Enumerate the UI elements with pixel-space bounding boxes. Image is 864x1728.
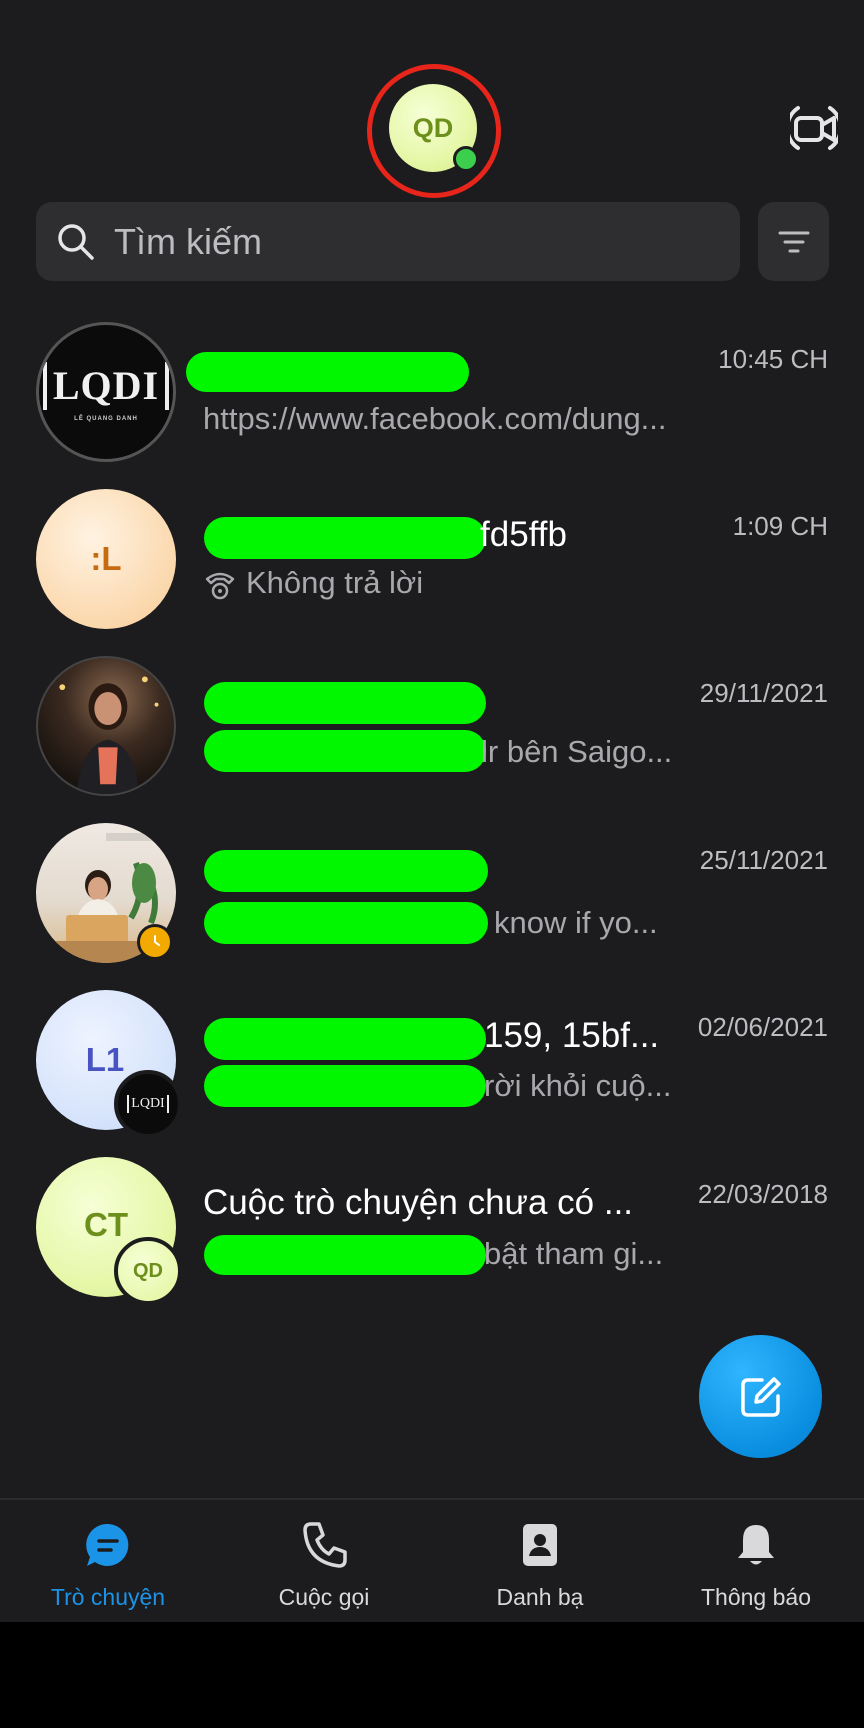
- video-call-icon: [785, 106, 843, 150]
- avatar-photo: [36, 656, 176, 796]
- person-photo-icon: [59, 676, 159, 794]
- group-member-avatar-text: LQDI: [127, 1095, 169, 1113]
- redacted-preview: [204, 1235, 486, 1275]
- conversation-preview: Không trả lời: [246, 565, 424, 600]
- redacted-name: [186, 352, 469, 392]
- conversation-title: fd5ffb: [480, 515, 567, 554]
- chat-list-screen: QD LQDI LÊ QUANG DANH https://: [0, 0, 864, 1622]
- conversation-item[interactable]: LQDI LÊ QUANG DANH https://www.facebook.…: [0, 322, 864, 489]
- avatar-initials: L1: [85, 1041, 125, 1078]
- compose-icon: [740, 1376, 781, 1417]
- avatar-logo-subtext: LÊ QUANG DANH: [74, 416, 138, 422]
- bottom-navigation: Trò chuyện Cuộc gọi Danh bạ Thông báo: [0, 1498, 864, 1622]
- nav-tab-notifications[interactable]: Thông báo: [648, 1500, 864, 1622]
- conversation-time: 29/11/2021: [699, 678, 828, 708]
- conversation-preview: know if yo...: [494, 905, 658, 940]
- filter-icon: [778, 231, 809, 252]
- group-member-avatar-text: QD: [133, 1259, 163, 1282]
- online-status-dot: [453, 146, 479, 172]
- bell-icon: [738, 1525, 774, 1565]
- redacted-name: [204, 682, 486, 724]
- phone-icon: [303, 1522, 347, 1568]
- pending-status-badge: [137, 924, 173, 960]
- search-icon: [58, 224, 94, 260]
- profile-avatar-initials: QD: [412, 112, 454, 143]
- redacted-name: [204, 850, 488, 892]
- clock-icon: [154, 935, 160, 946]
- video-call-button[interactable]: [785, 98, 843, 158]
- redacted-preview: [204, 730, 486, 772]
- conversation-item[interactable]: lr bên Saigo... 29/11/2021: [0, 656, 864, 823]
- nav-label: Danh bạ: [496, 1584, 584, 1610]
- conversation-preview: bật tham gi...: [484, 1236, 664, 1271]
- redacted-name: [204, 517, 486, 559]
- avatar-initials: :L: [90, 540, 122, 577]
- search-input[interactable]: [114, 202, 714, 281]
- conversation-preview: https://www.facebook.com/dung...: [203, 401, 667, 436]
- avatar: LQDI LÊ QUANG DANH: [36, 322, 176, 462]
- redacted-preview: [204, 1065, 486, 1107]
- conversation-preview: rời khỏi cuộ...: [484, 1068, 672, 1103]
- conversation-item[interactable]: CT QD Cuộc trò chuyện chưa có ... bật th…: [0, 1157, 864, 1324]
- conversation-item[interactable]: :L fd5ffb Không trả lời 1:09 CH: [0, 489, 864, 656]
- contacts-icon: [523, 1524, 557, 1566]
- conversation-preview: lr bên Saigo...: [481, 734, 673, 769]
- conversation-time: 10:45 CH: [718, 344, 828, 374]
- conversation-title: Cuộc trò chuyện chưa có ...: [203, 1183, 634, 1222]
- nav-label: Thông báo: [701, 1584, 811, 1610]
- conversation-time: 1:09 CH: [732, 511, 828, 541]
- nav-tab-contacts[interactable]: Danh bạ: [432, 1500, 648, 1622]
- conversation-time: 22/03/2018: [697, 1179, 828, 1209]
- nav-tab-chats[interactable]: Trò chuyện: [0, 1500, 216, 1622]
- conversation-time: 25/11/2021: [699, 845, 828, 875]
- new-message-button[interactable]: [699, 1335, 822, 1458]
- missed-call-icon: [205, 572, 235, 600]
- conversation-time: 02/06/2021: [697, 1012, 828, 1042]
- conversation-title: 159, 15bf...: [484, 1016, 660, 1055]
- avatar: :L: [36, 489, 176, 629]
- avatar-logo-text: LQDI: [42, 362, 170, 410]
- nav-label: Cuộc gọi: [278, 1584, 370, 1610]
- group-member-avatar: QD: [114, 1237, 182, 1305]
- nav-tab-calls[interactable]: Cuộc gọi: [216, 1500, 432, 1622]
- conversation-item[interactable]: know if yo... 25/11/2021: [0, 823, 864, 990]
- redacted-preview: [204, 902, 488, 944]
- chat-icon: [86, 1523, 129, 1566]
- filter-button[interactable]: [758, 202, 829, 281]
- group-member-avatar: LQDI: [114, 1070, 182, 1138]
- redacted-name: [204, 1018, 486, 1060]
- conversation-item[interactable]: L1 LQDI 159, 15bf... rời khỏi cuộ... 02/…: [0, 990, 864, 1157]
- nav-label: Trò chuyện: [50, 1584, 166, 1610]
- avatar-initials: CT: [84, 1206, 128, 1243]
